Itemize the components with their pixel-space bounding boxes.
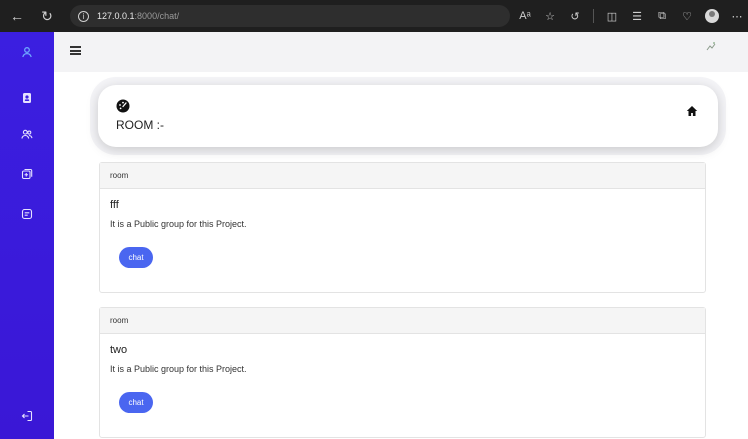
contact-book-icon [23,93,31,103]
user-icon [22,47,32,58]
reload-icon[interactable]: ↻ [36,5,58,27]
favorites-list-icon[interactable]: ☰ [630,10,644,23]
add-square-icon [21,168,33,180]
chat-button[interactable]: chat [119,247,153,268]
url-path: :8000/chat/ [134,11,180,21]
sidebar [0,32,54,439]
read-aloud-icon[interactable]: Aᵃ [518,10,532,22]
sidebar-item-add[interactable] [0,163,54,185]
address-bar[interactable]: i 127.0.0.1:8000/chat/ [70,5,510,27]
chat-button[interactable]: chat [119,392,153,413]
sidebar-item-contacts[interactable] [0,87,54,109]
more-menu-icon[interactable]: ⋯ [730,10,744,23]
room-name: two [110,344,128,356]
favorite-star-icon[interactable]: ☆ [543,10,557,23]
room-name: fff [110,199,119,211]
room-card-header: room [100,308,705,334]
top-header [54,32,748,72]
sidebar-item-messages[interactable] [0,203,54,225]
collections-icon[interactable]: ⧉ [655,10,669,23]
logout-icon [21,410,33,422]
sidebar-item-groups[interactable] [0,123,54,145]
room-card: room fff It is a Public group for this P… [99,162,706,293]
room-card-header: room [100,163,705,189]
profile-avatar-icon[interactable] [705,9,719,23]
room-card: room two It is a Public group for this P… [99,307,706,438]
message-icon [21,208,33,220]
toolbar-separator [593,9,594,23]
room-description: It is a Public group for this Project. [110,364,247,374]
refresh-extension-icon[interactable]: ↺ [568,10,582,23]
room-header-card: ROOM :- [98,85,718,147]
url-host: 127.0.0.1 [97,11,135,21]
sidebar-item-logout[interactable] [0,405,54,427]
users-icon [21,129,33,139]
extensions-icon[interactable]: ♡ [680,10,694,23]
split-screen-icon[interactable]: ◫ [605,10,619,23]
dashboard-gauge-icon [116,99,130,113]
page-title: ROOM :- [116,118,164,132]
back-icon[interactable]: ← [6,5,28,27]
browser-toolbar: ← ↻ i 127.0.0.1:8000/chat/ Aᵃ ☆ ↺ ◫ ☰ ⧉ … [0,0,748,32]
broken-image-icon [706,42,716,51]
sidebar-item-profile[interactable] [0,41,54,63]
room-description: It is a Public group for this Project. [110,219,247,229]
info-icon[interactable]: i [78,10,89,22]
main-content: ROOM :- room fff It is a Public group fo… [54,72,748,439]
home-icon[interactable] [686,105,698,117]
menu-icon[interactable] [70,46,81,55]
